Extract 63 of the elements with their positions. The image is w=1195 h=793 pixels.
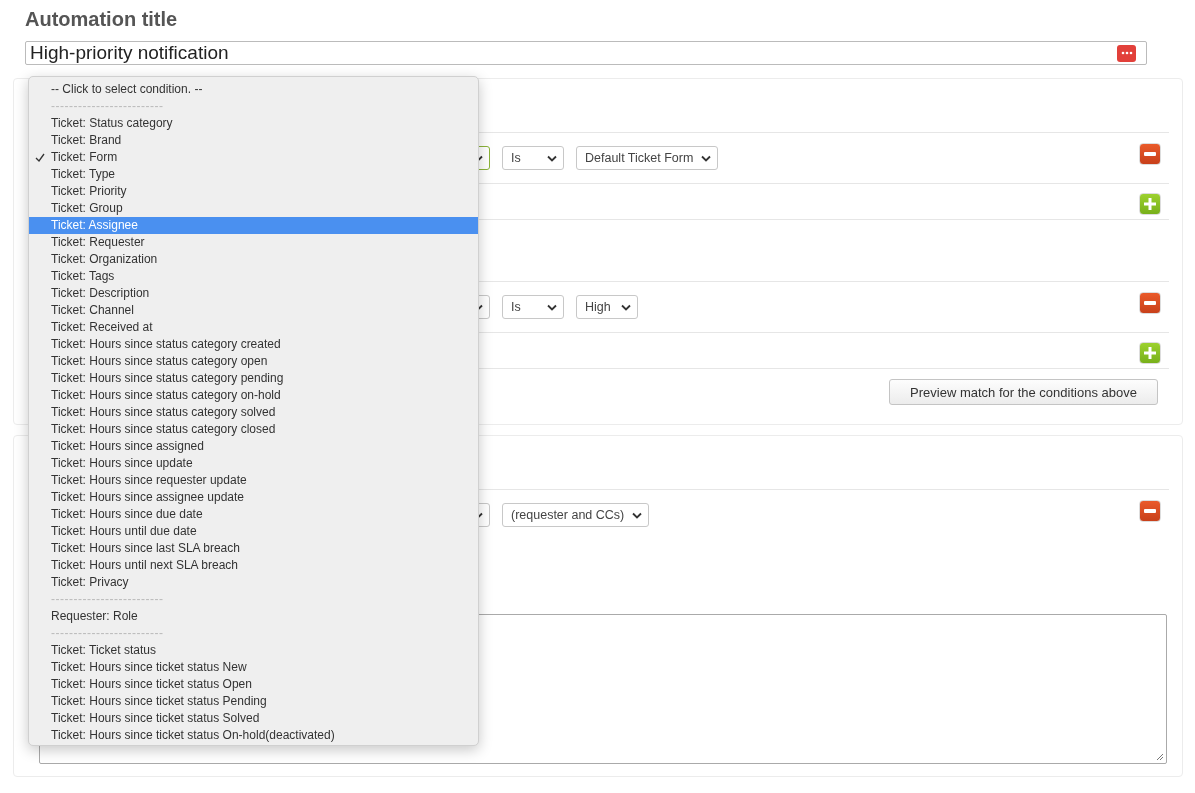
- resize-handle-icon: [1155, 752, 1164, 761]
- minus-icon: [1144, 301, 1156, 305]
- menu-item[interactable]: Ticket: Hours since due date: [29, 506, 478, 523]
- preview-button[interactable]: Preview match for the conditions above: [889, 379, 1158, 405]
- menu-item[interactable]: Ticket: Tags: [29, 268, 478, 285]
- select-field[interactable]: Default Ticket Form: [576, 146, 719, 170]
- remove-button[interactable]: [1139, 500, 1161, 522]
- more-icon[interactable]: [1117, 44, 1136, 62]
- menu-item[interactable]: Ticket: Group: [29, 200, 478, 217]
- remove-button[interactable]: [1139, 292, 1161, 314]
- chevron-icon: [547, 303, 557, 311]
- menu-item[interactable]: Ticket: Privacy: [29, 574, 478, 591]
- minus-icon: [1144, 509, 1156, 513]
- separator-text: -------------------------: [50, 98, 165, 115]
- title-input-field[interactable]: High-priority notification: [25, 41, 1147, 65]
- menu-item[interactable]: Ticket: Hours until due date: [29, 523, 478, 540]
- chevron-icon: [632, 511, 643, 519]
- menu-item[interactable]: Ticket: Hours since ticket status On-hold(deactivated): [29, 727, 478, 744]
- menu-item[interactable]: Ticket: Ticket status: [29, 642, 478, 659]
- select-field[interactable]: (requester and CCs): [502, 503, 650, 527]
- menu-item[interactable]: Ticket: Received at: [29, 319, 478, 336]
- select-field[interactable]: Is: [502, 146, 564, 170]
- menu-item[interactable]: Ticket: Hours since ticket status Solved: [29, 710, 478, 727]
- menu-item[interactable]: Ticket: Hours since update: [29, 455, 478, 472]
- menu-item[interactable]: Ticket: Requester: [29, 234, 478, 251]
- menu-item[interactable]: Ticket: Hours since assignee update: [29, 489, 478, 506]
- separator-text: -------------------------: [50, 625, 165, 642]
- remove-button[interactable]: [1139, 143, 1161, 165]
- section-heading: Automation title: [25, 7, 179, 32]
- chevron-icon: [547, 154, 557, 162]
- plus-icon: [1144, 197, 1156, 210]
- menu-item[interactable]: Ticket: Hours since status category open: [29, 353, 478, 370]
- plus-icon: [1144, 346, 1156, 359]
- chevron-icon: [621, 303, 631, 311]
- add-button[interactable]: [1139, 341, 1161, 364]
- menu-item[interactable]: Ticket: Channel: [29, 302, 478, 319]
- menu-item[interactable]: Ticket: Hours since status category pending: [29, 370, 478, 387]
- menu-item[interactable]: Ticket: Hours since ticket status Open: [29, 676, 478, 693]
- menu-item[interactable]: Ticket: Hours since ticket status New: [29, 659, 478, 676]
- menu-item[interactable]: Ticket: Hours since last SLA breach: [29, 540, 478, 557]
- menu-item[interactable]: Ticket: Status category: [29, 115, 478, 132]
- chevron-icon: [701, 154, 712, 162]
- add-button[interactable]: [1139, 192, 1161, 215]
- separator-text: -------------------------: [50, 591, 165, 608]
- select-field[interactable]: High: [576, 295, 638, 319]
- menu-item[interactable]: Ticket: Hours since status category closed: [29, 421, 478, 438]
- menu-item[interactable]: -- Click to select condition. --: [29, 81, 478, 98]
- minus-icon: [1144, 152, 1156, 156]
- menu-item[interactable]: Ticket: Hours since status category created: [29, 336, 478, 353]
- select-field[interactable]: Is: [502, 295, 564, 319]
- menu-item[interactable]: Ticket: Brand: [29, 132, 478, 149]
- menu-item[interactable]: Ticket: Organization: [29, 251, 478, 268]
- menu-item[interactable]: Ticket: Description: [29, 285, 478, 302]
- menu-item[interactable]: Ticket: Hours since status category solved: [29, 404, 478, 421]
- menu-item[interactable]: Ticket: Priority: [29, 183, 478, 200]
- menu-item[interactable]: Ticket: Hours since requester update: [29, 472, 478, 489]
- menu-item[interactable]: Ticket: Hours since ticket status Pending: [29, 693, 478, 710]
- menu-item[interactable]: Ticket: Form: [29, 149, 478, 166]
- menu-item[interactable]: Ticket: Hours until next SLA breach: [29, 557, 478, 574]
- menu-item[interactable]: Ticket: Type: [29, 166, 478, 183]
- menu-item[interactable]: Ticket: Hours since status category on-hold: [29, 387, 478, 404]
- menu-item[interactable]: Ticket: Hours since assigned: [29, 438, 478, 455]
- menu-item[interactable]: Requester: Role: [29, 608, 478, 625]
